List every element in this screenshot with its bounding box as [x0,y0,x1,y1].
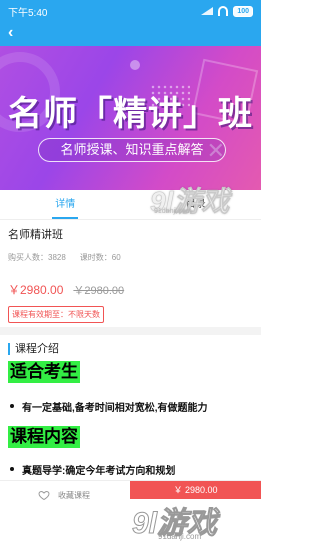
section-title: 课程介绍 [8,343,59,355]
watermark-domain: 91danji.com [154,208,192,215]
price-row: ￥2980.00 ￥2980.00 [8,281,254,298]
watermark-top: 9l游戏 91danji.com [150,180,230,220]
course-name: 名师精讲班 [8,229,63,241]
buyer-count: 购买人数：3828 [8,253,66,262]
suitable-heading: 适合考生 [8,361,80,383]
course-info: 名师精讲班 购买人数：3828 课时数：60 ￥2980.00 ￥2980.00… [8,226,254,323]
battery-icon: 100 [233,5,253,17]
validity-badge: 课程有效期至：不限天数 [8,306,104,323]
favorite-label: 收藏课程 [58,490,90,500]
course-meta: 购买人数：3828 课时数：60 [8,252,254,263]
suitable-item: 有一定基础,备考时间相对宽松,有做题能力 [10,399,208,414]
content-heading: 课程内容 [8,426,80,448]
original-price: ￥2980.00 [73,285,125,297]
buy-button[interactable]: ￥ 2980.00 [130,481,261,499]
back-arrow-icon[interactable]: ‹ [8,25,13,41]
wifi-icon [218,6,229,16]
banner-subtitle: 名师授课、知识重点解答 [38,138,226,162]
watermark-domain: 91danji.com [158,532,202,541]
lesson-count: 课时数：60 [79,253,121,262]
course-banner: ✕ 名师「精讲」班 名师授课、知识重点解答 [0,46,261,190]
heart-icon [38,489,50,501]
watermark-bottom: 9l游戏 91danji.com [131,498,217,542]
section-divider [0,327,261,335]
status-icons: 100 [201,5,253,17]
content-item: 真题导学:确定今年考试方向和规划 [9,462,175,477]
favorite-button[interactable]: 收藏课程 [38,489,90,501]
bottom-bar: 收藏课程 ￥ 2980.00 [0,480,261,510]
tab-details[interactable]: 详情 [0,190,131,219]
signal-icon [201,7,214,15]
status-time: 下午5:40 [8,7,48,19]
banner-decoration [130,60,140,70]
current-price: ￥2980.00 [8,283,64,297]
status-bar: 下午5:40 100 [0,0,261,22]
banner-title: 名师「精讲」班 [8,94,253,134]
app-bar: ‹ [0,22,261,46]
